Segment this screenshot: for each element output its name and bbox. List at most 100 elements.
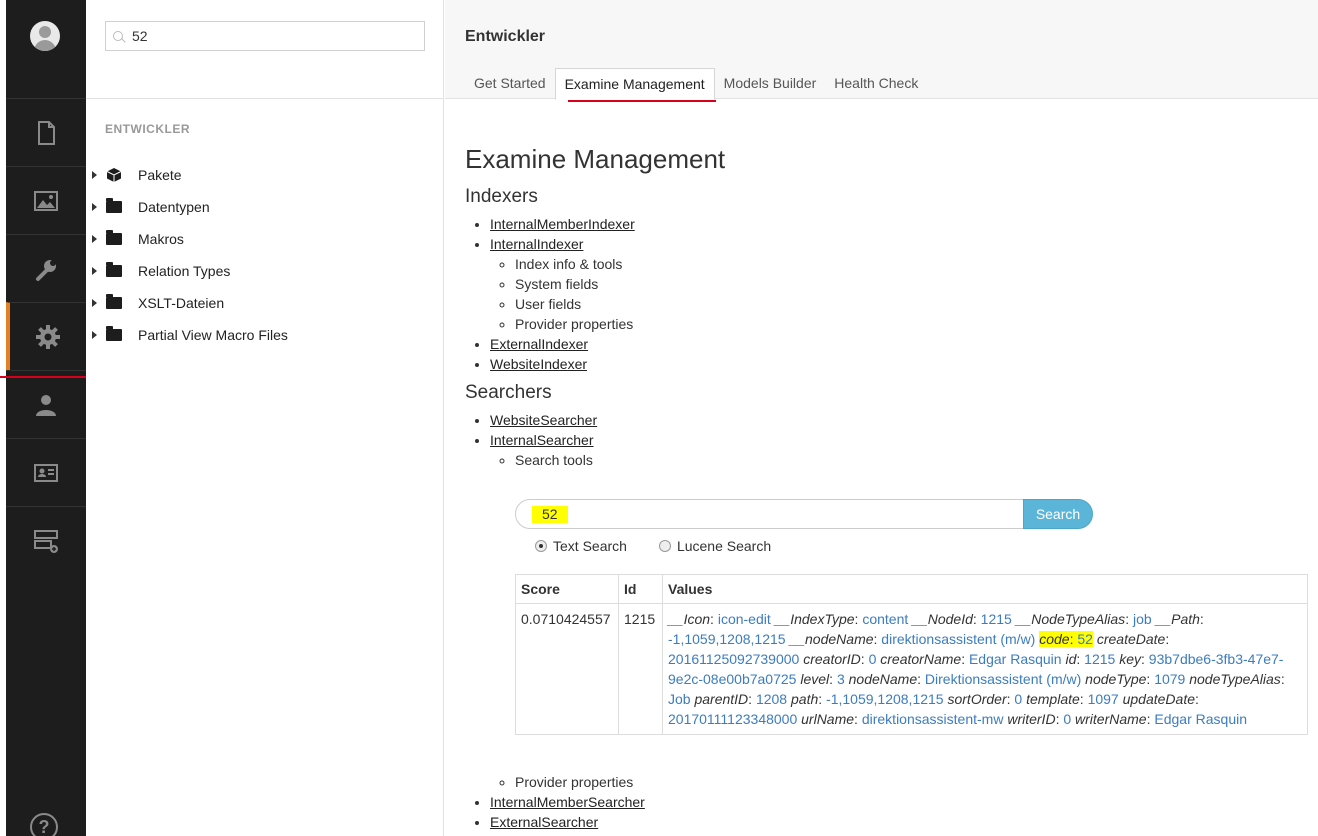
- members-section-icon[interactable]: [6, 438, 86, 506]
- sub-item-user-fields[interactable]: User fields: [515, 294, 1315, 314]
- field-key: code: [1039, 631, 1070, 647]
- folder-icon: [105, 198, 123, 215]
- cell-score: 0.0710424557: [515, 603, 619, 735]
- search-query-value: 52: [532, 506, 568, 523]
- field-key: nodeType: [1085, 671, 1147, 687]
- indexer-link-internal-member[interactable]: InternalMemberIndexer: [490, 216, 635, 232]
- radio-lucene-search[interactable]: Lucene Search: [658, 538, 771, 554]
- searcher-link-internal[interactable]: InternalSearcher: [490, 432, 594, 448]
- tree-search-input[interactable]: [132, 26, 412, 46]
- field-value: 1215: [980, 611, 1012, 627]
- expand-caret-icon[interactable]: [92, 171, 97, 179]
- field-key: template: [1026, 691, 1080, 707]
- tree-item-xslt-dateien[interactable]: XSLT-Dateien: [86, 291, 444, 315]
- sub-item-provider-properties[interactable]: Provider properties: [515, 314, 1315, 334]
- forms-section-icon[interactable]: [6, 506, 86, 574]
- tree-item-partial-view-macro-files[interactable]: Partial View Macro Files: [86, 323, 444, 347]
- field-key: sortOrder: [947, 691, 1007, 707]
- searcher-link-external[interactable]: ExternalSearcher: [490, 814, 598, 830]
- users-section-icon[interactable]: [6, 370, 86, 438]
- value-pair: path: -1,1059,1208,1215: [791, 691, 944, 707]
- help-icon[interactable]: ?: [30, 813, 58, 836]
- field-key: urlName: [801, 711, 855, 727]
- searcher-link-internal-member[interactable]: InternalMemberSearcher: [490, 794, 645, 810]
- sub-item-index-info[interactable]: Index info & tools: [515, 254, 1315, 274]
- field-key: __IndexType: [774, 611, 855, 627]
- value-pair: parentID: 1208: [694, 691, 788, 707]
- search-icon: [113, 31, 123, 41]
- value-pair: id: 1215: [1065, 651, 1116, 667]
- internal-indexer-sublist: Index info & tools System fields User fi…: [515, 254, 1315, 334]
- media-section-icon[interactable]: [6, 166, 86, 234]
- indexer-link-internal[interactable]: InternalIndexer: [490, 236, 583, 252]
- indexer-link-external[interactable]: ExternalIndexer: [490, 336, 588, 352]
- field-value: 20161125092739000: [668, 651, 800, 667]
- tree-item-datentypen[interactable]: Datentypen: [86, 195, 444, 219]
- field-value: 0: [1014, 691, 1023, 707]
- field-value: 1208: [755, 691, 788, 707]
- tree-item-label: Datentypen: [138, 199, 210, 215]
- indexers-list: InternalMemberIndexer InternalIndexer In…: [490, 214, 1315, 374]
- field-value: Edgar Rasquin: [968, 651, 1062, 667]
- tree-item-relation-types[interactable]: Relation Types: [86, 259, 444, 283]
- value-pair: template: 1097: [1026, 691, 1119, 707]
- tree-search-box[interactable]: [105, 21, 425, 51]
- field-value: 0: [1063, 711, 1072, 727]
- expand-caret-icon[interactable]: [92, 331, 97, 339]
- search-type-radios: Text Search Lucene Search: [535, 536, 803, 556]
- radio-text-search[interactable]: Text Search: [535, 538, 627, 554]
- tab-examine-management[interactable]: Examine Management: [554, 68, 715, 100]
- folder-icon: [105, 262, 123, 279]
- field-key: __nodeName: [789, 631, 874, 647]
- value-pair: __NodeTypeAlias: job: [1015, 611, 1152, 627]
- content-section-icon[interactable]: [6, 98, 86, 166]
- field-key: creatorName: [880, 651, 962, 667]
- radio-checked-icon[interactable]: [535, 540, 547, 552]
- search-button[interactable]: Search: [1023, 499, 1093, 529]
- expand-caret-icon[interactable]: [92, 267, 97, 275]
- field-key: level: [800, 671, 830, 687]
- value-pair: level: 3: [800, 671, 845, 687]
- folder-icon: [105, 294, 123, 311]
- field-value: direktionsassistent (m/w): [881, 631, 1036, 647]
- search-query-input[interactable]: 52: [515, 499, 1025, 529]
- field-key: parentID: [694, 691, 749, 707]
- tree-item-label: Pakete: [138, 167, 182, 183]
- column-header-id: Id: [618, 574, 663, 604]
- list-item: InternalSearcher Search tools: [490, 430, 1315, 470]
- developer-gear-icon[interactable]: [6, 302, 86, 370]
- user-avatar[interactable]: [30, 21, 60, 51]
- tree-item-pakete[interactable]: Pakete: [86, 163, 444, 187]
- annotation-underline-tab: [568, 100, 716, 102]
- list-item: Provider properties: [490, 772, 1315, 792]
- indexer-link-website[interactable]: WebsiteIndexer: [490, 356, 587, 372]
- tree-item-makros[interactable]: Makros: [86, 227, 444, 251]
- settings-wrench-icon[interactable]: [6, 234, 86, 302]
- internal-searcher-sublist-continued: Provider properties: [515, 772, 1315, 792]
- field-key: writerName: [1075, 711, 1147, 727]
- tree-item-label: Relation Types: [138, 263, 231, 279]
- radio-unchecked-icon[interactable]: [658, 540, 671, 552]
- sub-item-search-tools[interactable]: Search tools: [515, 450, 1315, 470]
- sub-item-provider-properties[interactable]: Provider properties: [515, 772, 1315, 792]
- app-frame: ? ENTWICKLER Pakete Datentypen Makros: [0, 0, 1318, 836]
- search-tools-bar: 52 Search: [515, 499, 1093, 529]
- tab-get-started[interactable]: Get Started: [465, 68, 555, 99]
- searcher-link-website[interactable]: WebsiteSearcher: [490, 412, 597, 428]
- list-item: InternalIndexer Index info & tools Syste…: [490, 234, 1315, 334]
- expand-caret-icon[interactable]: [92, 235, 97, 243]
- tab-models-builder[interactable]: Models Builder: [715, 68, 826, 99]
- tab-health-check[interactable]: Health Check: [825, 68, 927, 99]
- value-pair: __IndexType: content: [774, 611, 909, 627]
- list-item: InternalMemberIndexer: [490, 214, 1315, 234]
- sub-item-system-fields[interactable]: System fields: [515, 274, 1315, 294]
- field-key: nodeTypeAlias: [1189, 671, 1281, 687]
- expand-caret-icon[interactable]: [92, 299, 97, 307]
- field-value: 52: [1077, 631, 1093, 647]
- value-pair: __nodeName: direktionsassistent (m/w): [789, 631, 1036, 647]
- main-panel: Entwickler Get Started Examine Managemen…: [445, 0, 1318, 836]
- expand-caret-icon[interactable]: [92, 203, 97, 211]
- list-item: InternalMemberSearcher: [490, 792, 1315, 812]
- value-pair: creatorID: 0: [803, 651, 877, 667]
- tree-section-title: ENTWICKLER: [105, 122, 190, 136]
